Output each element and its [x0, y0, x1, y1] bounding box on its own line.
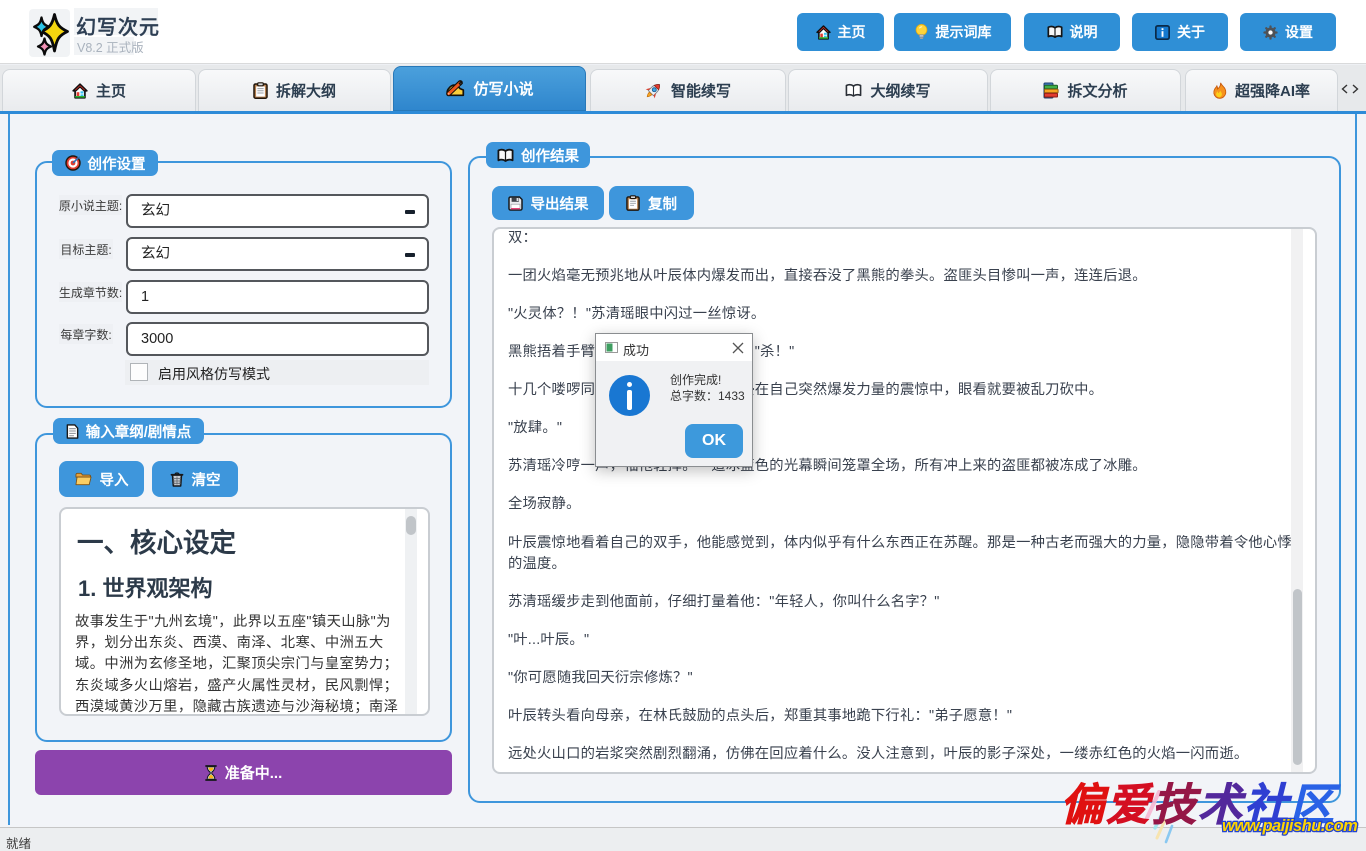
svg-text:www.paijishu.com: www.paijishu.com [1222, 817, 1357, 835]
